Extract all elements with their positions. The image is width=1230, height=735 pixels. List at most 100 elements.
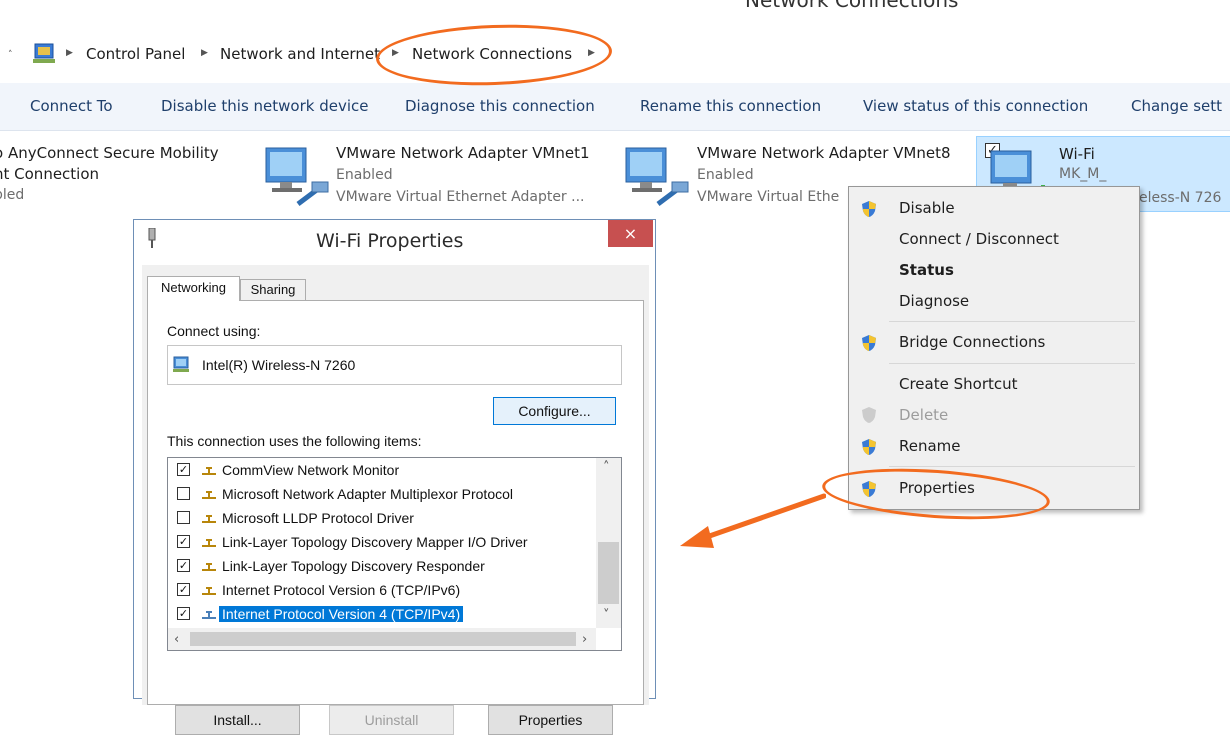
items-list[interactable]: ✓ CommView Network Monitor Microsoft Net… (167, 457, 622, 651)
address-bar[interactable]: ˄ ▶ Control Panel ▶ Network and Internet… (0, 36, 1230, 76)
install-button[interactable]: Install... (175, 705, 300, 735)
connection-device: VMware Virtual Ethernet Adapter ... (336, 189, 585, 205)
context-menu: Disable Connect / Disconnect Status Diag… (848, 186, 1140, 510)
menu-item-delete: Delete (899, 406, 949, 424)
menu-separator (889, 321, 1135, 322)
item-checkbox[interactable]: ✓ (177, 463, 190, 476)
uac-shield-icon (862, 439, 876, 455)
connect-using-label: Connect using: (167, 323, 261, 339)
disable-device-button[interactable]: Disable this network device (161, 97, 369, 115)
close-button[interactable]: × (608, 220, 653, 247)
uninstall-button: Uninstall (329, 705, 454, 735)
configure-button[interactable]: Configure... (493, 397, 616, 425)
item-checkbox[interactable]: ✓ (177, 559, 190, 572)
item-checkbox[interactable]: ✓ (177, 535, 190, 548)
item-properties-button[interactable]: Properties (488, 705, 613, 735)
protocol-icon (202, 611, 216, 619)
item-label: Link-Layer Topology Discovery Responder (222, 558, 485, 574)
connection-vmnet8[interactable]: VMware Network Adapter VMnet8 Enabled VM… (622, 140, 951, 210)
uac-shield-icon (862, 407, 876, 423)
change-settings-button[interactable]: Change sett (1131, 97, 1222, 115)
diagnose-connection-button[interactable]: Diagnose this connection (405, 97, 595, 115)
scroll-up-icon[interactable]: ˄ (603, 460, 610, 475)
list-item[interactable]: ✓ Link-Layer Topology Discovery Responde… (168, 554, 596, 578)
tab-networking[interactable]: Networking (147, 276, 240, 301)
connection-status: MK_M_ (1059, 166, 1107, 182)
scroll-right-icon[interactable]: › (582, 632, 587, 647)
uac-shield-icon (862, 201, 876, 217)
network-adapter-icon (265, 147, 329, 206)
scroll-down-icon[interactable]: ˅ (603, 608, 610, 623)
control-panel-icon (33, 43, 55, 63)
rename-connection-button[interactable]: Rename this connection (640, 97, 821, 115)
protocol-icon (202, 467, 216, 475)
breadcrumb-control-panel[interactable]: Control Panel (86, 45, 185, 63)
breadcrumb-separator-icon: ▶ (66, 48, 73, 58)
connection-status: Enabled (697, 167, 754, 183)
window-title: Network Connections (745, 0, 959, 12)
breadcrumb-separator-icon: ▶ (201, 48, 208, 58)
network-plug-icon (148, 228, 156, 248)
connection-vmnet1[interactable]: VMware Network Adapter VMnet1 Enabled VM… (262, 140, 612, 210)
tab-sharing[interactable]: Sharing (240, 279, 306, 301)
network-adapter-icon (173, 356, 189, 372)
connection-status: bled (0, 187, 25, 203)
connection-name: Wi-Fi (1059, 145, 1095, 163)
protocol-icon (202, 587, 216, 595)
menu-separator (889, 363, 1135, 364)
uac-shield-icon (862, 335, 876, 351)
view-status-button[interactable]: View status of this connection (863, 97, 1088, 115)
menu-separator (889, 466, 1135, 467)
list-item[interactable]: Microsoft Network Adapter Multiplexor Pr… (168, 482, 596, 506)
item-checkbox[interactable] (177, 487, 190, 500)
dialog-title: Wi-Fi Properties (316, 230, 464, 252)
connection-name: VMware Network Adapter VMnet1 (336, 144, 590, 162)
connect-to-button[interactable]: Connect To (30, 97, 113, 115)
connection-status: Enabled (336, 167, 393, 183)
adapter-field: Intel(R) Wireless-N 7260 (167, 345, 622, 385)
protocol-icon (202, 563, 216, 571)
dialog-body: Networking Sharing Connect using: Intel(… (142, 265, 649, 735)
item-label: CommView Network Monitor (222, 462, 400, 478)
list-item-selected[interactable]: ✓ Internet Protocol Version 4 (TCP/IPv4) (168, 602, 596, 626)
menu-item-create-shortcut[interactable]: Create Shortcut (899, 375, 1018, 393)
menu-item-connect-disconnect[interactable]: Connect / Disconnect (899, 230, 1059, 248)
list-item[interactable]: ✓ Internet Protocol Version 6 (TCP/IPv6) (168, 578, 596, 602)
connection-device: eless-N 726 (1139, 190, 1222, 206)
connection-name: o AnyConnect Secure Mobility (0, 144, 219, 162)
item-checkbox[interactable]: ✓ (177, 607, 190, 620)
scroll-left-icon[interactable]: ‹ (174, 632, 179, 647)
protocol-icon (202, 491, 216, 499)
item-label: Microsoft LLDP Protocol Driver (222, 510, 414, 526)
connection-device: VMware Virtual Ethe (697, 189, 840, 205)
item-label: Internet Protocol Version 4 (TCP/IPv4) (219, 606, 464, 622)
adapter-name: Intel(R) Wireless-N 7260 (202, 357, 356, 373)
list-item[interactable]: ✓ CommView Network Monitor (168, 458, 596, 482)
item-label: Link-Layer Topology Discovery Mapper I/O… (222, 534, 528, 550)
item-label: Internet Protocol Version 6 (TCP/IPv6) (222, 582, 461, 598)
item-checkbox[interactable]: ✓ (177, 583, 190, 596)
annotation-arrow-icon (680, 493, 826, 548)
connection-name-line2: nt Connection (0, 165, 100, 183)
protocol-icon (202, 515, 216, 523)
item-label: Microsoft Network Adapter Multiplexor Pr… (222, 486, 513, 502)
breadcrumb-network-and-internet[interactable]: Network and Internet (220, 45, 380, 63)
item-checkbox[interactable] (177, 511, 190, 524)
menu-item-disable[interactable]: Disable (899, 199, 955, 217)
command-bar: Connect To Disable this network device D… (0, 83, 1230, 131)
menu-item-status[interactable]: Status (899, 261, 954, 279)
list-item[interactable]: ✓ Link-Layer Topology Discovery Mapper I… (168, 530, 596, 554)
network-adapter-icon (625, 147, 689, 206)
protocol-icon (202, 539, 216, 547)
menu-item-bridge-connections[interactable]: Bridge Connections (899, 333, 1045, 351)
vertical-scroll-thumb[interactable] (598, 542, 619, 604)
items-label: This connection uses the following items… (167, 433, 422, 449)
menu-item-rename[interactable]: Rename (899, 437, 961, 455)
annotation-ellipse-breadcrumb (375, 20, 613, 90)
horizontal-scroll-thumb[interactable] (190, 632, 576, 646)
menu-item-diagnose[interactable]: Diagnose (899, 292, 969, 310)
list-item[interactable]: Microsoft LLDP Protocol Driver (168, 506, 596, 530)
nav-up-arrow-icon[interactable]: ˄ (8, 50, 13, 60)
connection-name: VMware Network Adapter VMnet8 (697, 144, 951, 162)
wifi-properties-dialog: Wi-Fi Properties × Networking Sharing Co… (133, 219, 656, 735)
